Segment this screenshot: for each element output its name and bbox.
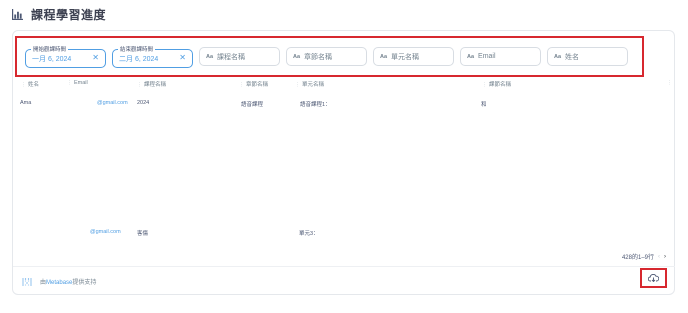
filter-placeholder: 姓名	[565, 53, 580, 61]
unit-name-filter[interactable]: Aa 單元名稱	[373, 47, 454, 66]
cloud-download-icon	[648, 274, 659, 282]
column-header-email[interactable]: Email	[67, 80, 88, 86]
filter-placeholder: Email	[478, 53, 496, 60]
filter-bar: 開始觀課時間 一月 6, 2024 ✕ 結束觀課時間 二月 6, 2024 ✕ …	[15, 36, 644, 77]
cell-chapter: 語音課程	[241, 102, 264, 108]
filter-placeholder: 課程名稱	[217, 53, 246, 61]
metabase-link[interactable]: Metabase	[46, 280, 72, 286]
column-header-chapter[interactable]: 章節名稱	[239, 80, 268, 88]
cell-lesson: 和	[481, 102, 487, 108]
text-type-icon: Aa	[380, 53, 388, 60]
powered-by-text: 由Metabase提供支持	[40, 277, 96, 286]
column-header-more[interactable]	[667, 80, 674, 86]
cell-name: Ama	[20, 100, 32, 106]
column-header-course[interactable]: 課程名稱	[137, 80, 166, 88]
start-date-legend: 開始觀課時間	[31, 45, 69, 53]
end-date-legend: 結束觀課時間	[118, 45, 156, 53]
cell-unit: 單元3：	[299, 231, 319, 237]
footer-divider	[13, 266, 675, 267]
cell-email-link[interactable]: @gmail.com	[97, 100, 128, 106]
page-header: 課程學習進度	[12, 6, 106, 22]
page-title: 課程學習進度	[31, 7, 107, 22]
cell-course: 客傷	[137, 231, 149, 237]
pagination-label: 428的1–9行	[621, 255, 654, 261]
name-filter[interactable]: Aa 姓名	[547, 47, 628, 66]
filter-placeholder: 章節名稱	[304, 53, 333, 61]
start-date-filter[interactable]: 開始觀課時間 一月 6, 2024 ✕	[25, 45, 106, 68]
metabase-logo	[22, 277, 32, 286]
bar-chart-icon	[12, 8, 23, 20]
pagination: 428的1–9行 ‹ ›	[621, 252, 666, 262]
chapter-name-filter[interactable]: Aa 章節名稱	[286, 47, 367, 66]
cell-unit: 語音課程1：	[300, 102, 331, 108]
end-date-filter[interactable]: 結束觀課時間 二月 6, 2024 ✕	[112, 45, 193, 68]
download-results-button[interactable]	[640, 268, 667, 288]
column-header-unit[interactable]: 單元名稱	[295, 80, 324, 88]
course-name-filter[interactable]: Aa 課程名稱	[199, 47, 280, 66]
filter-placeholder: 單元名稱	[391, 53, 420, 61]
powered-by-suffix: 提供支持	[72, 280, 97, 286]
next-page-button[interactable]: ›	[664, 254, 666, 260]
previous-page-button[interactable]: ‹	[658, 254, 660, 260]
footer: 由Metabase提供支持	[22, 277, 96, 286]
close-icon[interactable]: ✕	[179, 53, 186, 62]
text-type-icon: Aa	[467, 53, 475, 60]
text-type-icon: Aa	[206, 53, 214, 60]
text-type-icon: Aa	[554, 53, 562, 60]
column-header-name[interactable]: 姓名	[21, 80, 39, 88]
start-date-value: 一月 6, 2024	[32, 55, 72, 63]
cell-course: 2024	[137, 100, 150, 106]
close-icon[interactable]: ✕	[92, 53, 99, 62]
cell-email-link[interactable]: @gmail.com	[90, 229, 121, 235]
email-filter[interactable]: Aa Email	[460, 47, 541, 66]
column-header-lesson[interactable]: 課節名稱	[482, 80, 511, 88]
end-date-value: 二月 6, 2024	[119, 55, 159, 63]
text-type-icon: Aa	[293, 53, 301, 60]
